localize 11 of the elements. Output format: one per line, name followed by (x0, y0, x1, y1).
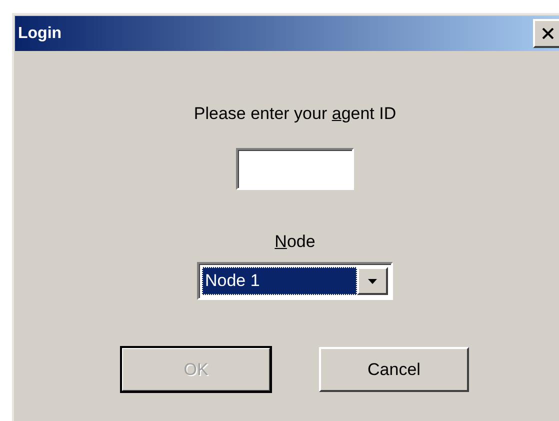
node-label: Node (274, 232, 316, 252)
cancel-button[interactable]: Cancel (319, 347, 469, 392)
dropdown-button[interactable] (357, 267, 388, 295)
caret-icon (368, 278, 377, 284)
prompt-label: Please enter your agent ID (194, 104, 396, 124)
close-button[interactable] (533, 19, 559, 48)
window-title: Login (18, 24, 62, 42)
dropdown-value: Node 1 (202, 267, 357, 295)
close-icon (542, 28, 554, 39)
agent-id-field[interactable] (236, 148, 354, 190)
node-dropdown[interactable]: Node 1 (197, 262, 393, 300)
